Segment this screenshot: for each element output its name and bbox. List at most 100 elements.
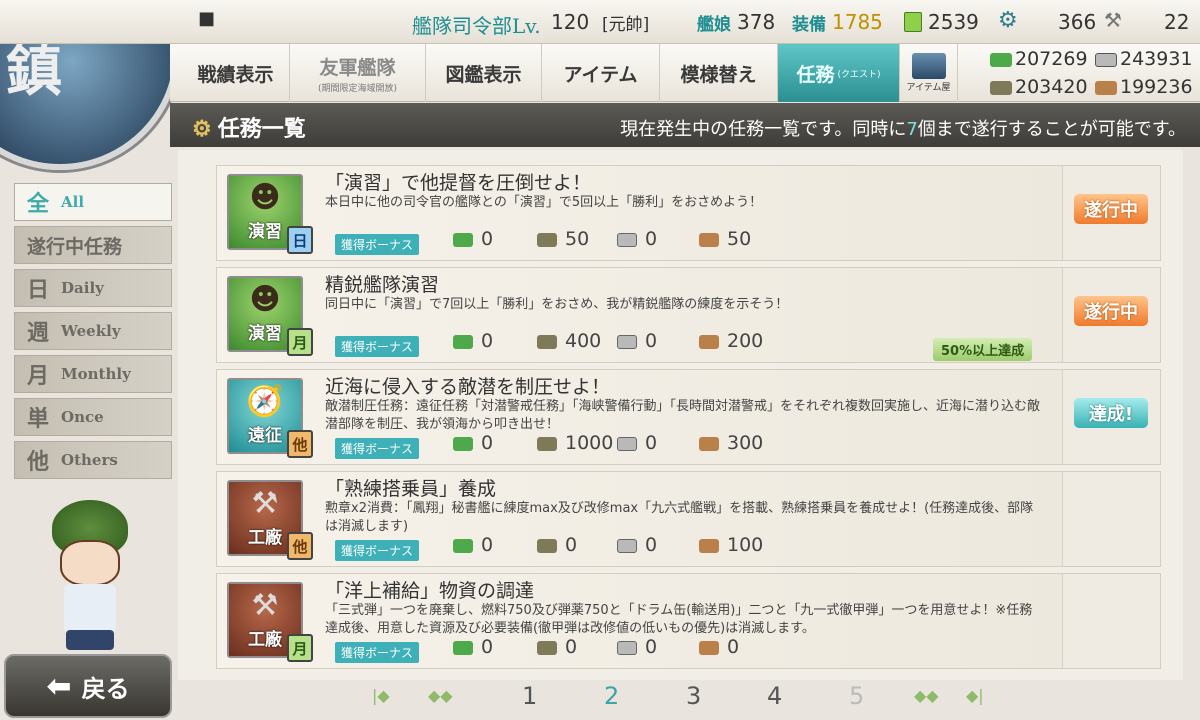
filter-others[interactable]: 他 Others [14, 441, 172, 479]
bonus-label: 獲得ボーナス [335, 234, 420, 255]
reward-value: 400 [565, 330, 602, 352]
nav-encyclopedia[interactable]: 図鑑表示 [426, 44, 542, 102]
quest-list: ☻ 演習 日 「演習」で他提督を圧倒せよ！ 本日中に他の司令官の艦隊との「演習」で… [178, 150, 1183, 680]
frequency-badge: 他 [287, 532, 313, 560]
quest-description: 同日中に「演習」で7回以上「勝利」をおさめ、我が精鋭艦隊の練度を示そう！ [325, 297, 789, 312]
filter-in-progress[interactable]: 遂行中任務 [14, 226, 172, 264]
nav-sublabel: (期間限定海域開放) [317, 83, 398, 94]
nav-quests[interactable]: 任務 (クエスト) [778, 44, 900, 102]
quest-status-cell[interactable]: 達成! [1062, 370, 1160, 464]
reward-value: 0 [565, 636, 578, 658]
reward-value: 0 [645, 228, 658, 250]
category-label: 演習 [248, 324, 282, 344]
filter-kanji: 月 [27, 363, 50, 389]
filter-all[interactable]: 全 All [14, 183, 172, 221]
ships-count: 378 [737, 10, 776, 34]
bauxite-icon [699, 640, 719, 655]
ammo-icon [990, 80, 1012, 95]
header-msg-pre: 現在発生中の任務一覧です。同時に [620, 119, 907, 140]
status-in-progress-badge[interactable]: 遂行中 [1074, 296, 1148, 326]
page-1[interactable]: 1 [522, 682, 537, 710]
filter-monthly[interactable]: 月 Monthly [14, 355, 172, 393]
nav-item-shop[interactable]: アイテム屋 [900, 44, 958, 102]
ammo-value: 203420 [1015, 76, 1088, 98]
page-5[interactable]: 5 [849, 682, 864, 710]
quest-description: 勲章x2消費：「鳳翔」秘書艦に練度max及び改修max「九六式艦戦」を搭載、熟練… [325, 501, 1034, 534]
filter-weekly[interactable]: 週 Weekly [14, 312, 172, 350]
reward-value: 0 [645, 432, 658, 454]
steel-icon [617, 232, 637, 247]
nav-friend-fleet[interactable]: 友軍艦隊 (期間限定海域開放) [290, 44, 426, 102]
prev-page-icon[interactable]: ◆◆ [428, 686, 453, 705]
fuel-icon [990, 52, 1012, 67]
equip-label: 装備 [792, 15, 826, 35]
bonus-label: 獲得ボーナス [335, 642, 420, 663]
hq-level: 120 [551, 10, 590, 34]
status-in-progress-badge[interactable]: 遂行中 [1074, 194, 1148, 224]
quest-item[interactable]: ☻ 演習 月 精鋭艦隊演習 同日中に「演習」で7回以上「勝利」をおさめ、我が精鋭艦… [216, 267, 1161, 363]
fuel-icon [453, 538, 473, 553]
reward-value: 0 [645, 636, 658, 658]
menu-marker-icon: ■ [198, 8, 216, 29]
quest-status-cell[interactable] [1062, 472, 1160, 566]
screw-icon: ⚒ [1104, 8, 1122, 32]
reward-ammo: 0 [537, 636, 577, 658]
back-button[interactable]: ⬅ 戻る [4, 654, 172, 718]
quest-item[interactable]: ⚒ 工廠 他 「熟練搭乗員」養成 勲章x2消費：「鳳翔」秘書艦に練度max及び改修… [216, 471, 1161, 567]
nav-items[interactable]: アイテム [542, 44, 660, 102]
shop-icon [911, 53, 946, 79]
hammer-icon: ⚒ [251, 486, 279, 521]
header-msg-post: 個まで遂行することが可能です。 [917, 119, 1186, 140]
quest-status-cell[interactable]: 遂行中 [1062, 166, 1160, 260]
category-label: 工廠 [248, 528, 282, 548]
quest-title: 近海に侵入する敵潜を制圧せよ！ [325, 376, 611, 398]
back-arrow-icon: ⬅ [46, 668, 72, 704]
quest-description: 「三式弾」一つを廃棄し、燃料750及び弾薬750と「ドラム缶(輸送用)」二つと「… [325, 603, 1033, 636]
character-face-icon: ☻ [249, 282, 281, 317]
bauxite-icon [699, 334, 719, 349]
steel-icon [617, 334, 637, 349]
filter-daily[interactable]: 日 Daily [14, 269, 172, 307]
main-nav: 戦績表示 友軍艦隊 (期間限定海域開放) 図鑑表示 アイテム 模様替え 任務 (クエ… [170, 44, 1200, 102]
quest-status-cell[interactable] [1062, 574, 1160, 668]
category-label: 遠征 [248, 426, 282, 446]
reward-ammo: 50 [537, 228, 589, 250]
filter-en: Once [61, 408, 104, 426]
frequency-badge: 日 [287, 226, 313, 254]
nav-furniture[interactable]: 模様替え [660, 44, 778, 102]
next-page-icon[interactable]: ◆◆ [914, 686, 939, 705]
frequency-badge: 月 [287, 634, 313, 662]
hammer-icon: ⚒ [251, 588, 279, 623]
quest-item[interactable]: 🧭 遠征 他 近海に侵入する敵潜を制圧せよ！ 敵潜制圧任務：遠征任務「対潜警戒任務… [216, 369, 1161, 465]
last-page-icon[interactable]: ◆| [966, 686, 984, 705]
hq-label: 艦隊司令部Lv. [412, 14, 541, 38]
bonus-label: 獲得ボーナス [335, 540, 420, 561]
page-3[interactable]: 3 [686, 682, 701, 710]
nav-battle-record[interactable]: 戦績表示 [182, 44, 290, 102]
quest-status-cell[interactable]: 遂行中 [1062, 268, 1160, 362]
steel-icon [617, 640, 637, 655]
quest-item[interactable]: ☻ 演習 日 「演習」で他提督を圧倒せよ！ 本日中に他の司令官の艦隊との「演習」で… [216, 165, 1161, 261]
compass-icon: 🧭 [246, 384, 284, 419]
bauxite-resource: 199236 [1095, 76, 1193, 98]
ammo-icon [537, 538, 557, 553]
reward-value: 100 [727, 534, 764, 556]
filter-en: Weekly [61, 322, 121, 340]
filter-once[interactable]: 単 Once [14, 398, 172, 436]
fuel-icon [453, 334, 473, 349]
secretary-character[interactable] [30, 480, 150, 650]
reward-fuel: 0 [453, 636, 493, 658]
reward-fuel: 0 [453, 534, 493, 556]
page-4[interactable]: 4 [767, 682, 782, 710]
status-complete-badge[interactable]: 達成! [1074, 398, 1148, 428]
first-page-icon[interactable]: |◆ [372, 686, 390, 705]
filter-kanji: 週 [27, 320, 50, 346]
quest-header: ⚙ 任務一覧 現在発生中の任務一覧です。同時に7個まで遂行することが可能です。 [170, 103, 1200, 147]
header-message: 現在発生中の任務一覧です。同時に7個まで遂行することが可能です。 [620, 115, 1186, 141]
reward-fuel: 0 [453, 330, 493, 352]
reward-value: 0 [565, 534, 578, 556]
dev-material-icon: ⚙ [998, 8, 1018, 33]
page-2[interactable]: 2 [604, 682, 619, 710]
quest-item[interactable]: ⚒ 工廠 月 「洋上補給」物資の調達 「三式弾」一つを廃棄し、燃料750及び弾薬7… [216, 573, 1161, 669]
fuel-icon [453, 436, 473, 451]
